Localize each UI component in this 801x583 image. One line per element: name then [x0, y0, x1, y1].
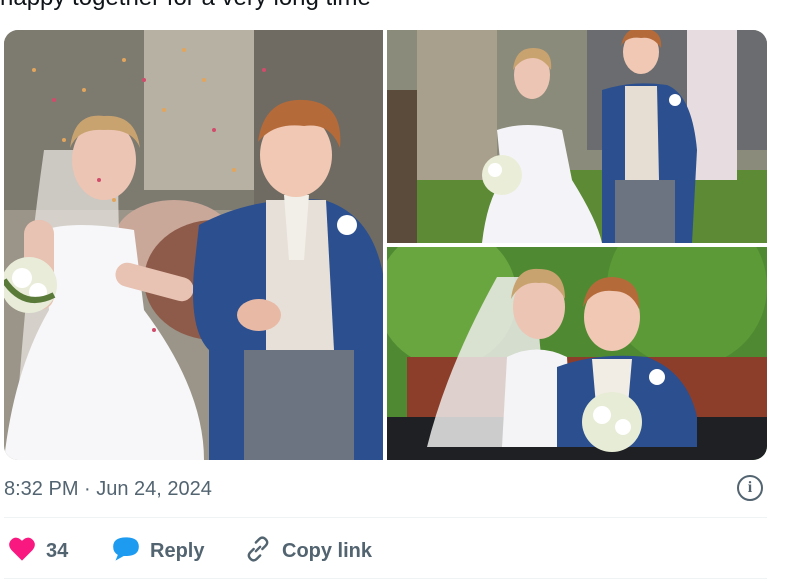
wedding-photo-confetti[interactable] — [4, 30, 383, 460]
reply-button[interactable]: Reply — [112, 536, 204, 567]
divider-bottom — [4, 578, 767, 579]
tweet-timestamp[interactable]: 8:32 PM · Jun 24, 2024 — [4, 478, 212, 501]
tweet-text: happy together for a very long time — [0, 0, 397, 12]
reply-label: Reply — [150, 540, 205, 562]
info-icon[interactable]: i — [737, 475, 763, 501]
copy-link-button[interactable]: Copy link — [244, 536, 372, 567]
divider — [4, 517, 767, 518]
wedding-photo-carriage[interactable] — [387, 247, 767, 460]
link-icon[interactable] — [244, 536, 272, 567]
like-count: 34 — [46, 540, 69, 562]
copy-link-label: Copy link — [282, 540, 373, 562]
heart-icon[interactable] — [8, 536, 36, 567]
media-grid[interactable] — [4, 30, 767, 460]
like-button[interactable]: 34 — [8, 536, 68, 567]
wedding-photo-walking[interactable] — [387, 30, 767, 243]
speech-bubble-icon[interactable] — [112, 536, 140, 567]
tweet-text-fragment: happy together for a very long time — [0, 0, 371, 11]
